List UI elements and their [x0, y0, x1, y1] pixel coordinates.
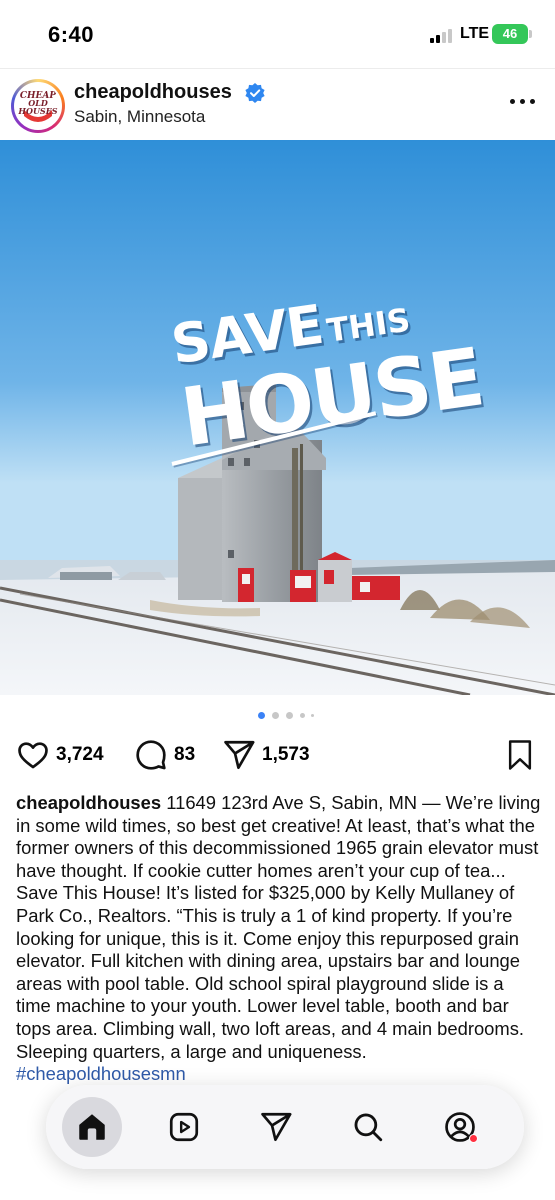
caption-username[interactable]: cheapoldhouses: [16, 792, 161, 813]
post-header: CHEAP OLD HOUSES cheapoldhouses Sabin, M…: [0, 68, 555, 140]
carousel-dot-4: [300, 713, 305, 718]
svg-text:HOUSES: HOUSES: [17, 106, 57, 116]
carousel-dot-1: [258, 712, 265, 719]
tab-home[interactable]: [62, 1097, 122, 1157]
home-icon: [79, 1114, 105, 1140]
profile-notification-dot: [469, 1134, 478, 1143]
tab-messages[interactable]: [246, 1097, 306, 1157]
share-button[interactable]: 1,573: [222, 735, 310, 775]
search-icon: [354, 1113, 383, 1142]
post-caption: cheapoldhouses 11649 123rd Ave S, Sabin,…: [16, 792, 541, 1086]
more-options-icon[interactable]: [510, 99, 536, 107]
status-time: 6:40: [48, 22, 95, 47]
cheap-old-houses-logo-icon: CHEAP OLD HOUSES: [16, 84, 60, 128]
avatar[interactable]: CHEAP OLD HOUSES: [11, 79, 65, 133]
tab-profile[interactable]: [430, 1097, 490, 1157]
comment-button[interactable]: 83: [134, 735, 195, 775]
reels-icon: [169, 1112, 199, 1142]
battery-icon: 46: [492, 24, 532, 44]
post-username[interactable]: cheapoldhouses: [74, 81, 232, 104]
send-icon: [224, 740, 255, 770]
network-type: LTE: [460, 25, 490, 42]
caption-hashtag[interactable]: #cheapoldhousesmn: [16, 1063, 186, 1084]
cellular-signal-icon: [430, 27, 456, 43]
send-icon: [261, 1112, 292, 1142]
post-image[interactable]: SAVETHIS HOUSE: [0, 140, 555, 695]
comment-icon: [136, 740, 166, 770]
share-count[interactable]: 1,573: [262, 744, 310, 766]
heart-icon: [18, 742, 48, 769]
comment-count[interactable]: 83: [174, 744, 195, 766]
tab-reels[interactable]: [154, 1097, 214, 1157]
like-count[interactable]: 3,724: [56, 744, 104, 766]
bottom-tab-bar: [46, 1085, 524, 1169]
verified-badge-icon: [245, 83, 265, 103]
status-bar: 6:40 LTE 46: [0, 0, 555, 68]
caption-text: 11649 123rd Ave S, Sabin, MN — We’re liv…: [16, 792, 541, 1039]
tab-search[interactable]: [338, 1097, 398, 1157]
carousel-dot-3: [286, 712, 293, 719]
bookmark-icon[interactable]: [505, 739, 535, 771]
avatar-logo: CHEAP OLD HOUSES: [14, 82, 62, 130]
post-actions: 3,724 83 1,573: [0, 735, 555, 775]
post-location[interactable]: Sabin, Minnesota: [74, 107, 205, 127]
carousel-dot-5: [311, 714, 314, 717]
like-button[interactable]: 3,724: [16, 735, 104, 775]
carousel-dot-2: [272, 712, 279, 719]
